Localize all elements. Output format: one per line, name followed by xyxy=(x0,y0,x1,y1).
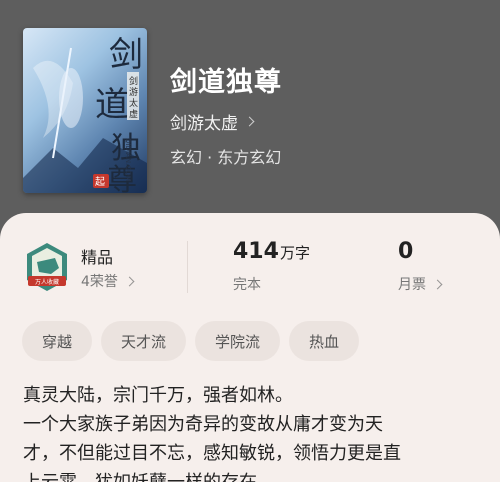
honors-link[interactable]: 4荣誉 xyxy=(81,271,135,291)
cover-title-char-2: 道 xyxy=(95,85,129,125)
book-title: 剑道独尊 xyxy=(170,67,282,98)
cover-art: 剑 道 独 尊 QIDIAN.COM 剑 游 太 虚 起 xyxy=(23,35,147,193)
cover-logo: 起 xyxy=(95,176,105,188)
tag-chip[interactable]: 天才流 xyxy=(101,321,187,361)
author-link[interactable]: 剑游太虚 xyxy=(170,109,255,134)
completion-status: 完本 xyxy=(233,277,261,293)
cover-title-char-1: 剑 xyxy=(109,35,143,75)
cover-author-1: 剑 xyxy=(129,75,138,87)
book-genre: 玄幻 · 东方玄幻 xyxy=(170,148,282,167)
word-count-unit: 万字 xyxy=(279,244,310,262)
word-count: 414万字 xyxy=(233,239,310,264)
description-line: 真灵大陆，宗门千万，强者如林。 xyxy=(23,385,293,406)
cover-site-text: QIDIAN.COM xyxy=(124,138,132,182)
honors-count: 4荣誉 xyxy=(81,274,118,290)
cover-author-3: 太 xyxy=(129,97,138,109)
chevron-right-icon xyxy=(432,279,443,289)
chevron-right-icon xyxy=(124,276,135,286)
book-info-card: 万人收藏 精品 4荣誉 414万字 完本 0 月票 穿越 天才流 学院流 热血 … xyxy=(0,213,500,482)
cover-author-2: 游 xyxy=(129,86,138,98)
author-name: 剑游太虚 xyxy=(170,114,238,134)
description-line: 一个大家族子弟因为奇异的变故从庸才变为天 xyxy=(23,414,383,435)
tag-list: 穿越 天才流 学院流 热血 xyxy=(22,321,360,361)
word-count-number: 414 xyxy=(233,239,279,264)
quality-badge-icon: 万人收藏 xyxy=(27,243,67,291)
stat-divider xyxy=(187,241,188,293)
quality-label: 精品 xyxy=(81,248,114,267)
description-line: 上云霄，犹如妖孽一样的存在。 xyxy=(23,468,478,482)
cover-author-4: 虚 xyxy=(129,108,138,120)
monthly-ticket-count: 0 xyxy=(398,239,414,264)
tag-chip[interactable]: 热血 xyxy=(289,321,360,361)
badge-text: 万人收藏 xyxy=(35,278,59,286)
description-line: 才，不但能过目不忘，感知敏锐，领悟力更是直 xyxy=(23,443,401,464)
monthly-ticket-label: 月票 xyxy=(398,277,426,293)
book-cover[interactable]: 剑 道 独 尊 QIDIAN.COM 剑 游 太 虚 起 xyxy=(23,28,147,193)
tag-chip[interactable]: 学院流 xyxy=(195,321,281,361)
tag-chip[interactable]: 穿越 xyxy=(22,321,93,361)
chevron-right-icon xyxy=(244,116,255,127)
book-description[interactable]: 真灵大陆，宗门千万，强者如林。 一个大家族子弟因为奇异的变故从庸才变为天 才，不… xyxy=(23,381,478,482)
monthly-ticket-link[interactable]: 月票 xyxy=(398,274,443,294)
